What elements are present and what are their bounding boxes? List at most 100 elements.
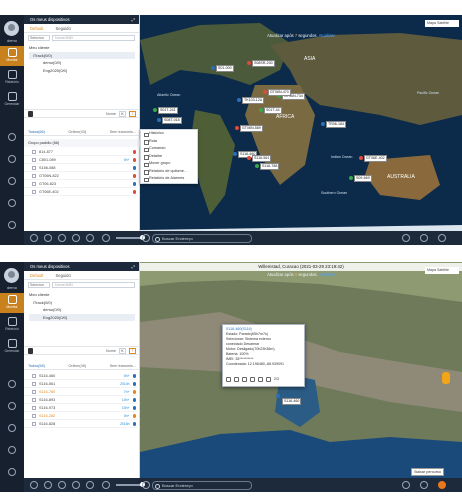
device-checkbox[interactable] xyxy=(32,174,36,178)
tab-offline[interactable]: Sem transmis... xyxy=(110,364,136,370)
device-marker-label[interactable]: S01T-44 xyxy=(264,107,282,114)
device-marker-dot[interactable] xyxy=(233,152,237,156)
device-marker-label[interactable]: TR06-184 xyxy=(326,121,346,128)
device-marker-dot[interactable] xyxy=(321,122,325,126)
device-checkbox[interactable] xyxy=(32,374,36,378)
device-row[interactable]: 814-877 xyxy=(24,148,140,156)
device-marker-dot[interactable] xyxy=(235,126,239,130)
ctx-route[interactable]: Rota xyxy=(141,138,197,146)
back-icon[interactable] xyxy=(8,380,16,388)
zoom-slider[interactable] xyxy=(116,235,145,240)
device-checkbox[interactable] xyxy=(32,382,36,386)
device-marker-dot[interactable] xyxy=(259,108,263,112)
search-input[interactable]: Nome/IMEI xyxy=(52,34,135,41)
nav-monitor[interactable]: Monitor xyxy=(0,46,24,66)
device-marker-dot[interactable] xyxy=(359,156,363,160)
back-icon[interactable] xyxy=(8,133,16,141)
sort-name[interactable]: Nome xyxy=(106,112,116,116)
tree-sub-eng[interactable]: Eng2020(0/0) xyxy=(29,67,139,75)
expand-icon[interactable]: ⤢ xyxy=(132,264,135,269)
detail-icon[interactable] xyxy=(250,377,255,382)
device-checkbox[interactable] xyxy=(32,150,36,154)
address-search-input[interactable]: Buscar Endereço xyxy=(152,233,252,243)
zoom-out-icon[interactable] xyxy=(102,481,110,489)
device-row[interactable]: S116-460 0h+ xyxy=(24,372,140,380)
zoom-in-icon[interactable] xyxy=(142,234,150,242)
device-row[interactable]: S116-893 10h+ xyxy=(24,396,140,404)
ctx-history[interactable]: Histórico xyxy=(141,130,197,138)
tree-account[interactable]: iTrack(0/0) xyxy=(29,51,135,59)
power-icon[interactable] xyxy=(8,468,16,476)
device-checkbox[interactable] xyxy=(32,398,36,402)
device-marker-dot[interactable] xyxy=(153,108,157,112)
filter-t[interactable]: T xyxy=(129,110,136,117)
device-row[interactable]: S156-088 xyxy=(24,164,140,172)
device-checkbox[interactable] xyxy=(32,190,36,194)
power-icon[interactable] xyxy=(8,221,16,229)
tree-root[interactable]: Meu cliente xyxy=(29,44,139,52)
zoom-in-icon[interactable] xyxy=(142,481,150,489)
device-marker-dot[interactable] xyxy=(247,61,251,65)
refresh-link[interactable]: Atualizar xyxy=(319,272,335,277)
nav-report[interactable]: Relatório xyxy=(0,315,24,335)
search-input[interactable]: Nome/IMEI xyxy=(52,281,135,288)
device-marker-label[interactable]: TK103-12A xyxy=(242,97,265,104)
ruler-icon[interactable] xyxy=(30,234,38,242)
traffic-icon[interactable] xyxy=(420,234,428,242)
ctx-alarm-report[interactable]: Relatório de Alarmes xyxy=(141,175,197,183)
avatar[interactable] xyxy=(4,21,19,36)
cluster-icon[interactable] xyxy=(86,234,94,242)
device-checkbox[interactable] xyxy=(32,166,36,170)
device-row[interactable]: S116-828 2016h xyxy=(24,420,140,428)
ctx-move-group[interactable]: Mover grupo xyxy=(141,160,197,168)
download-route-button[interactable]: Baixar percurso xyxy=(411,468,444,476)
tree-account[interactable]: iTrack(0/0) xyxy=(29,299,139,307)
tab-following[interactable]: Seguido xyxy=(55,273,70,278)
device-marker-dot[interactable] xyxy=(211,66,215,70)
avatar[interactable] xyxy=(4,268,19,283)
refresh-link[interactable]: Atualizar xyxy=(319,33,335,38)
fence-icon[interactable] xyxy=(72,481,80,489)
device-row[interactable]: S116-282 0h+ xyxy=(24,412,140,420)
device-marker-label[interactable]: S116-788 xyxy=(260,163,280,170)
filter-k[interactable]: K xyxy=(119,110,126,117)
device-marker-dot[interactable] xyxy=(276,394,280,398)
pin-icon[interactable] xyxy=(44,234,52,242)
tree-sub-demo[interactable]: demo(0/0) xyxy=(29,306,139,314)
hand-icon[interactable] xyxy=(28,347,33,354)
clock-icon[interactable] xyxy=(8,155,16,163)
tab-all[interactable]: Todos(58) xyxy=(28,364,45,370)
pin-icon[interactable] xyxy=(44,481,52,489)
mail-icon[interactable] xyxy=(8,199,16,207)
device-row[interactable]: S116-561 2014h xyxy=(24,380,140,388)
mail-icon[interactable] xyxy=(8,446,16,454)
map-type-toggle[interactable]: Mapa Satélite xyxy=(425,20,459,27)
device-marker-label[interactable]: S09-669 xyxy=(354,175,372,182)
tree-sub-demo[interactable]: demo(0/0) xyxy=(29,59,139,67)
cluster-icon[interactable] xyxy=(86,481,94,489)
device-checkbox[interactable] xyxy=(32,182,36,186)
device-checkbox[interactable] xyxy=(32,414,36,418)
share-icon[interactable] xyxy=(438,234,446,242)
device-marker-label[interactable]: GT06N-589 xyxy=(240,125,263,132)
fullscreen-icon[interactable] xyxy=(402,234,410,242)
map-type-toggle[interactable]: Mapa Satélite xyxy=(425,267,459,274)
device-checkbox[interactable] xyxy=(32,158,36,162)
tree-sub-eng[interactable]: Eng2020(0/0) xyxy=(29,313,135,321)
hand-icon[interactable] xyxy=(28,110,33,117)
fence-icon[interactable] xyxy=(72,234,80,242)
nav-report[interactable]: Relatório xyxy=(0,68,24,88)
tab-offline[interactable]: Sem transmis... xyxy=(110,130,136,136)
group-header[interactable]: Grupo padrão (66) xyxy=(24,139,140,147)
address-search-input[interactable]: Buscar Endereço xyxy=(152,480,252,490)
route-icon[interactable] xyxy=(234,377,239,382)
settings-icon[interactable] xyxy=(8,424,16,432)
device-marker-dot[interactable] xyxy=(263,90,267,94)
device-marker-dot[interactable] xyxy=(247,156,251,160)
zoom-out-icon[interactable] xyxy=(102,234,110,242)
expand-icon[interactable]: ⤢ xyxy=(132,17,135,22)
popup-page[interactable]: 2/3 xyxy=(274,377,279,382)
traffic-icon[interactable] xyxy=(420,481,428,489)
sort-name[interactable]: Nome xyxy=(106,349,116,353)
device-checkbox[interactable] xyxy=(32,390,36,394)
